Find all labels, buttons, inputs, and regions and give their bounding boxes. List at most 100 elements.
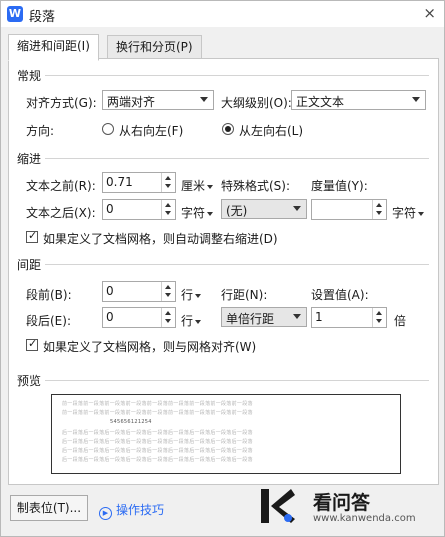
line-spacing-label: 行距(N):	[221, 288, 268, 302]
spin-buttons[interactable]	[161, 200, 175, 219]
dialog-title: 段落	[29, 10, 56, 25]
section-divider	[45, 264, 429, 265]
indent-after-value: 0	[106, 202, 114, 216]
unit-text: 字符	[392, 206, 417, 220]
space-after-unit-dropdown[interactable]: 行	[181, 312, 202, 329]
preview-next-line: 后一段落后一段落后一段落后一段落后一段落后一段落后一段落后一段落后一段落	[62, 430, 253, 436]
line-spacing-value: 单倍行距	[226, 312, 275, 326]
special-format-value: (无)	[226, 204, 248, 218]
spin-up-icon	[376, 203, 382, 207]
ltr-radio[interactable]	[222, 123, 234, 135]
caret-down-icon	[207, 211, 214, 216]
close-icon[interactable]: ×	[423, 4, 436, 22]
setting-value: 1	[315, 310, 323, 324]
space-before-label: 段前(B):	[26, 288, 72, 302]
measure-unit-dropdown[interactable]: 字符	[392, 204, 425, 221]
wps-writer-icon: W	[7, 6, 23, 22]
space-after-value: 0	[106, 310, 114, 324]
title-bar: W 段落 ×	[1, 1, 444, 27]
spin-up-icon	[165, 311, 171, 315]
section-indent-heading: 缩进	[17, 152, 42, 166]
spin-buttons[interactable]	[372, 200, 386, 219]
caret-down-icon	[418, 211, 425, 216]
measure-spinner[interactable]	[311, 199, 387, 220]
section-divider	[45, 75, 429, 76]
indent-before-unit-dropdown[interactable]: 厘米	[181, 177, 214, 194]
setting-value-unit: 倍	[394, 314, 407, 328]
indent-before-spinner[interactable]: 0.71	[102, 172, 176, 193]
indent-before-value: 0.71	[106, 175, 133, 189]
unit-text: 行	[181, 288, 194, 302]
checkmark-icon: ✓	[28, 229, 38, 242]
alignment-value: 两端对齐	[107, 95, 156, 109]
section-divider	[45, 380, 429, 381]
spin-down-icon	[165, 319, 171, 323]
tab-stops-button[interactable]: 制表位(T)...	[10, 495, 88, 521]
spin-down-icon	[165, 211, 171, 215]
special-format-label: 特殊格式(S):	[221, 179, 291, 193]
outline-level-label: 大纲级别(O):	[221, 96, 292, 110]
section-spacing-heading: 间距	[17, 258, 42, 272]
rtl-radio[interactable]	[102, 123, 114, 135]
outline-level-value: 正文文本	[296, 95, 345, 109]
line-spacing-select[interactable]: 单倍行距	[221, 307, 307, 327]
alignment-label: 对齐方式(G):	[26, 96, 97, 110]
section-divider	[45, 158, 429, 159]
snap-to-grid-checkbox[interactable]: ✓	[26, 337, 38, 351]
alignment-select[interactable]: 两端对齐	[102, 90, 214, 110]
outline-level-select[interactable]: 正文文本	[291, 90, 426, 110]
indent-after-unit-dropdown[interactable]: 字符	[181, 204, 214, 221]
setting-value-spinner[interactable]: 1	[311, 307, 387, 328]
watermark-text: 看问答	[313, 492, 371, 514]
tab-line-page-breaks[interactable]: 换行和分页(P)	[107, 35, 202, 60]
section-general-heading: 常规	[17, 69, 42, 83]
measure-label: 度量值(Y):	[311, 179, 368, 193]
spin-down-icon	[165, 293, 171, 297]
spin-up-icon	[165, 203, 171, 207]
spin-up-icon	[165, 176, 171, 180]
space-before-value: 0	[106, 284, 114, 298]
unit-text: 厘米	[181, 179, 206, 193]
spin-down-icon	[376, 211, 382, 215]
caret-down-icon	[207, 184, 214, 189]
spin-buttons[interactable]	[161, 308, 175, 327]
caret-down-icon	[195, 293, 202, 298]
preview-previous-line: 前一段落前一段落前一段落前一段落前一段落前一段落前一段落前一段落前一段落	[62, 401, 253, 407]
spin-down-icon	[376, 319, 382, 323]
operation-tips-link[interactable]: ▶ 操作技巧	[99, 501, 164, 520]
space-after-spinner[interactable]: 0	[102, 307, 176, 328]
indent-after-spinner[interactable]: 0	[102, 199, 176, 220]
spin-buttons[interactable]	[161, 282, 175, 301]
caret-down-icon	[195, 319, 202, 324]
auto-adjust-indent-checkbox[interactable]: ✓	[26, 229, 38, 243]
ltr-label[interactable]: 从左向右(L)	[239, 122, 303, 139]
spin-buttons[interactable]	[161, 173, 175, 192]
space-before-unit-dropdown[interactable]: 行	[181, 286, 202, 303]
snap-to-grid-label[interactable]: 如果定义了文档网格，则与网格对齐(W)	[43, 338, 256, 355]
space-before-spinner[interactable]: 0	[102, 281, 176, 302]
watermark-url: www.kanwenda.com	[313, 513, 416, 524]
spin-buttons[interactable]	[372, 308, 386, 327]
preview-next-line: 后一段落后一段落后一段落后一段落后一段落后一段落后一段落后一段落后一段落	[62, 439, 253, 445]
preview-next-line: 后一段落后一段落后一段落后一段落后一段落后一段落后一段落后一段落后一段落	[62, 457, 253, 463]
space-after-label: 段后(E):	[26, 314, 71, 328]
chevron-down-icon	[293, 314, 301, 319]
preview-sample-text: 545656121254	[110, 419, 152, 425]
play-icon: ▶	[99, 507, 112, 520]
special-format-select[interactable]: (无)	[221, 199, 307, 219]
spin-up-icon	[376, 311, 382, 315]
paragraph-dialog: W 段落 × 缩进和间距(I) 换行和分页(P) 常规 对齐方式(G): 两端对…	[0, 0, 445, 537]
operation-tips-label: 操作技巧	[116, 503, 165, 517]
tab-panel: 常规 对齐方式(G): 两端对齐 大纲级别(O): 正文文本 方向: 从右向左(…	[8, 58, 439, 485]
checkmark-icon: ✓	[28, 337, 38, 350]
radio-selected-dot	[225, 126, 231, 132]
spin-up-icon	[165, 285, 171, 289]
indent-after-label: 文本之后(X):	[26, 206, 96, 220]
setting-value-label: 设置值(A):	[311, 288, 369, 302]
preview-previous-line: 前一段落前一段落前一段落前一段落前一段落前一段落前一段落前一段落前一段落	[62, 410, 253, 416]
auto-adjust-indent-label[interactable]: 如果定义了文档网格，则自动调整右缩进(D)	[43, 230, 278, 247]
rtl-label[interactable]: 从右向左(F)	[119, 122, 183, 139]
section-preview-heading: 预览	[17, 374, 42, 388]
unit-text: 行	[181, 314, 194, 328]
tab-indent-spacing[interactable]: 缩进和间距(I)	[8, 34, 99, 61]
